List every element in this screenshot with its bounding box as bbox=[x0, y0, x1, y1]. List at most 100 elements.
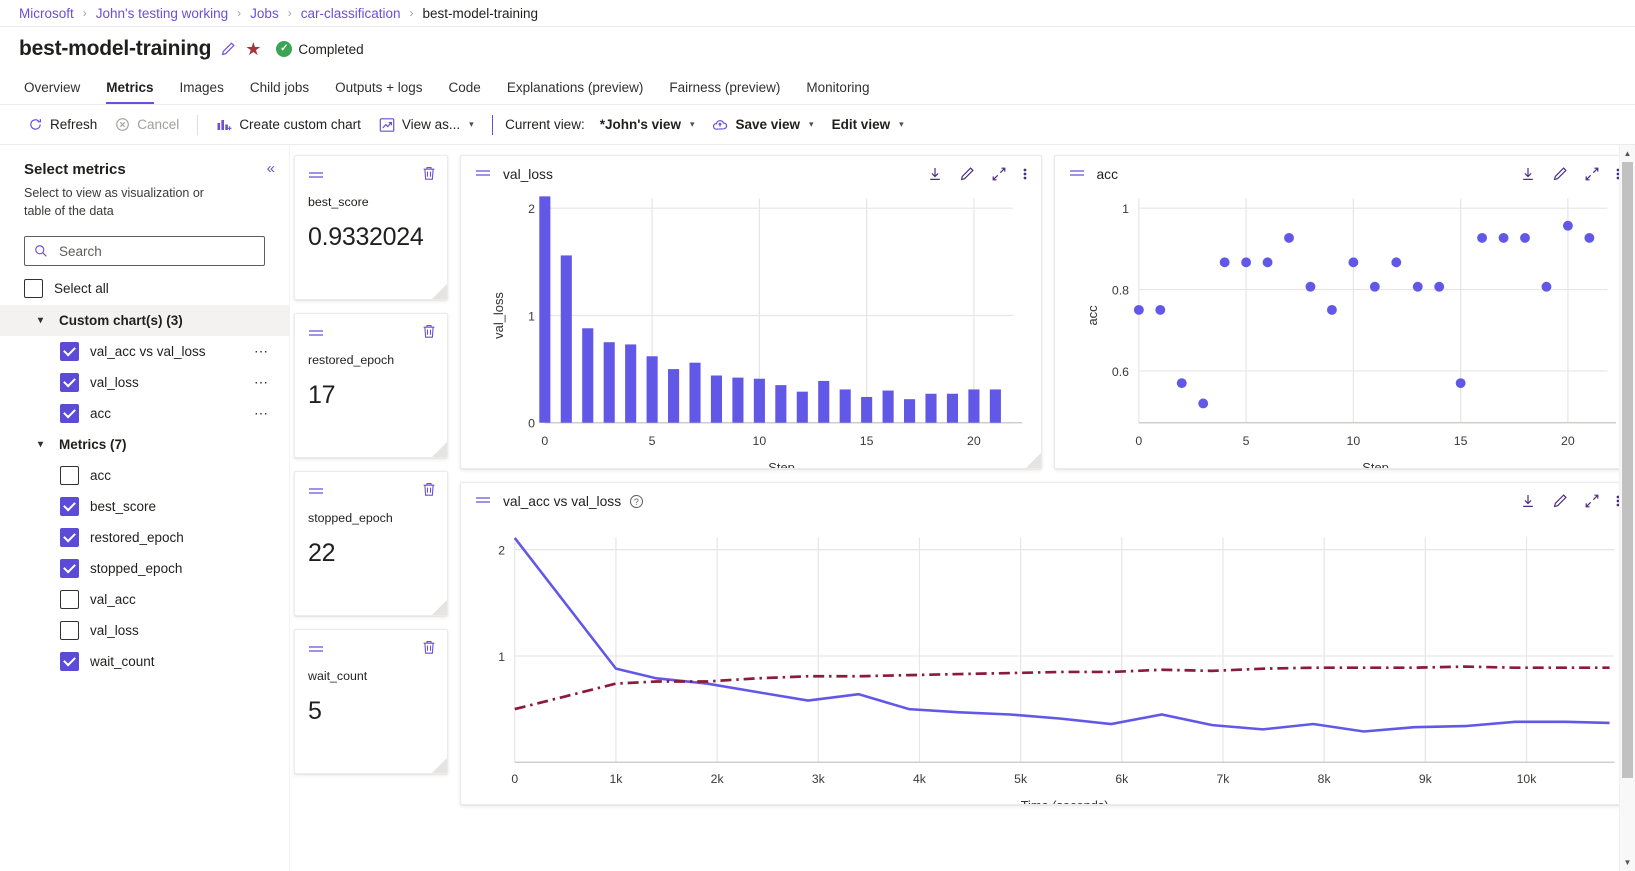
scrollbar-thumb[interactable] bbox=[1622, 162, 1633, 778]
metric-item-acc[interactable]: acc bbox=[0, 460, 289, 491]
metric-item-val-loss-custom[interactable]: val_loss ⋯ bbox=[0, 367, 289, 398]
gridlines bbox=[515, 537, 1615, 762]
line-series-val-loss bbox=[515, 538, 1610, 732]
select-all-row[interactable]: Select all bbox=[0, 266, 289, 305]
more-options-icon[interactable]: ⋯ bbox=[254, 374, 269, 391]
cancel-button[interactable]: Cancel bbox=[106, 112, 188, 137]
star-icon[interactable]: ★ bbox=[245, 40, 261, 58]
group-header-metrics[interactable]: ▾ Metrics (7) bbox=[0, 429, 289, 460]
drag-handle-icon[interactable] bbox=[308, 168, 422, 184]
trash-icon[interactable] bbox=[422, 640, 436, 660]
tab-metrics[interactable]: Metrics bbox=[93, 80, 166, 104]
pencil-icon[interactable] bbox=[1552, 166, 1568, 182]
drag-handle-icon[interactable] bbox=[308, 326, 422, 342]
metric-checkbox[interactable] bbox=[60, 373, 79, 392]
tab-child-jobs[interactable]: Child jobs bbox=[237, 80, 322, 104]
chevron-down-icon: ▾ bbox=[38, 315, 49, 326]
metric-checkbox[interactable] bbox=[60, 652, 79, 671]
tab-outputs-logs[interactable]: Outputs + logs bbox=[322, 80, 435, 104]
pencil-icon[interactable] bbox=[959, 166, 975, 182]
metric-checkbox[interactable] bbox=[60, 497, 79, 516]
metric-item-wait-count[interactable]: wait_count bbox=[0, 646, 289, 677]
expand-icon[interactable] bbox=[1584, 493, 1600, 509]
pencil-icon[interactable] bbox=[1552, 493, 1568, 509]
drag-handle-icon[interactable] bbox=[1069, 166, 1087, 182]
view-as-button[interactable]: View as... ▾ bbox=[370, 112, 483, 138]
metric-checkbox[interactable] bbox=[60, 559, 79, 578]
trash-icon[interactable] bbox=[422, 482, 436, 502]
scroll-up-arrow-icon[interactable]: ▲ bbox=[1624, 145, 1632, 162]
breadcrumb-item-jobs[interactable]: Jobs bbox=[250, 6, 279, 21]
drag-handle-icon[interactable] bbox=[475, 166, 493, 182]
current-view-dropdown[interactable]: *John's view ▾ bbox=[591, 112, 704, 137]
download-icon[interactable] bbox=[1520, 493, 1536, 509]
cancel-icon bbox=[115, 117, 130, 132]
card-header: val_acc vs val_loss ? bbox=[461, 483, 1634, 513]
scroll-down-arrow-icon[interactable]: ▼ bbox=[1624, 854, 1632, 871]
more-options-icon[interactable] bbox=[1023, 166, 1027, 182]
group-header-custom-charts[interactable]: ▾ Custom chart(s) (3) bbox=[0, 305, 289, 336]
pencil-icon[interactable] bbox=[220, 41, 236, 57]
vertical-scrollbar[interactable]: ▲ ▼ bbox=[1619, 145, 1635, 871]
drag-handle-icon[interactable] bbox=[308, 642, 422, 658]
metric-label: acc bbox=[90, 468, 269, 483]
tab-monitoring[interactable]: Monitoring bbox=[793, 80, 882, 104]
breadcrumb-separator: › bbox=[288, 6, 292, 20]
metric-checkbox[interactable] bbox=[60, 621, 79, 640]
metric-item-restored-epoch[interactable]: restored_epoch bbox=[0, 522, 289, 553]
metric-label: acc bbox=[90, 406, 243, 421]
tab-fairness[interactable]: Fairness (preview) bbox=[656, 80, 793, 104]
metric-item-stopped-epoch[interactable]: stopped_epoch bbox=[0, 553, 289, 584]
breadcrumb-separator: › bbox=[83, 6, 87, 20]
metric-checkbox[interactable] bbox=[60, 404, 79, 423]
tab-overview[interactable]: Overview bbox=[19, 80, 93, 104]
drag-handle-icon[interactable] bbox=[475, 493, 493, 509]
download-icon[interactable] bbox=[1520, 166, 1536, 182]
more-options-icon[interactable]: ⋯ bbox=[254, 343, 269, 360]
double-chevron-left-icon[interactable]: « bbox=[267, 161, 273, 176]
metric-item-best-score[interactable]: best_score bbox=[0, 491, 289, 522]
metric-checkbox[interactable] bbox=[60, 590, 79, 609]
download-icon[interactable] bbox=[927, 166, 943, 182]
metric-checkbox[interactable] bbox=[60, 528, 79, 547]
tab-code[interactable]: Code bbox=[436, 80, 494, 104]
metric-item-val-acc[interactable]: val_acc bbox=[0, 584, 289, 615]
drag-handle-icon[interactable] bbox=[308, 484, 422, 500]
help-circle-icon[interactable]: ? bbox=[630, 495, 643, 508]
select-all-checkbox[interactable] bbox=[24, 279, 43, 298]
create-custom-chart-button[interactable]: Create custom chart bbox=[207, 112, 370, 138]
card-header bbox=[295, 156, 447, 186]
refresh-button[interactable]: Refresh bbox=[19, 112, 106, 137]
expand-icon[interactable] bbox=[991, 166, 1007, 182]
metric-item-val-loss[interactable]: val_loss bbox=[0, 615, 289, 646]
breadcrumb-item-microsoft[interactable]: Microsoft bbox=[19, 6, 74, 21]
card-actions bbox=[927, 166, 1029, 182]
val-loss-bar-chart[interactable]: 2 1 0 0 5 10 15 20 bbox=[461, 186, 1041, 469]
edit-view-button[interactable]: Edit view ▾ bbox=[823, 112, 913, 137]
breadcrumb-item-workspace[interactable]: John's testing working bbox=[96, 6, 228, 21]
panel-subtitle: Select to view as visualization or table… bbox=[0, 178, 252, 220]
tab-images[interactable]: Images bbox=[167, 80, 237, 104]
search-input[interactable] bbox=[57, 243, 255, 260]
search-box[interactable] bbox=[24, 236, 265, 266]
save-cloud-icon bbox=[712, 117, 728, 133]
metric-label: wait_count bbox=[90, 654, 269, 669]
metric-item-val-acc-vs-val-loss[interactable]: val_acc vs val_loss ⋯ bbox=[0, 336, 289, 367]
breadcrumb: Microsoft › John's testing working › Job… bbox=[0, 0, 1635, 27]
val-acc-vs-val-loss-line-chart[interactable]: 2 1 0 1k 2k 3k 4k 5k 6k 7k bbox=[461, 513, 1634, 805]
acc-scatter-chart[interactable]: 1 0.8 0.6 0 5 10 15 20 bbox=[1055, 186, 1635, 469]
metric-item-acc-custom[interactable]: acc ⋯ bbox=[0, 398, 289, 429]
chart-plot-area[interactable]: 2 1 0 0 5 10 15 20 bbox=[461, 186, 1041, 469]
trash-icon[interactable] bbox=[422, 324, 436, 344]
chart-plot-area[interactable]: 1 0.8 0.6 0 5 10 15 20 bbox=[1055, 186, 1635, 469]
tab-explanations[interactable]: Explanations (preview) bbox=[494, 80, 657, 104]
save-view-button[interactable]: Save view ▾ bbox=[703, 112, 822, 138]
breadcrumb-item-experiment[interactable]: car-classification bbox=[301, 6, 401, 21]
trash-icon[interactable] bbox=[422, 166, 436, 186]
metric-checkbox[interactable] bbox=[60, 342, 79, 361]
expand-icon[interactable] bbox=[1584, 166, 1600, 182]
chart-plot-area[interactable]: 2 1 0 1k 2k 3k 4k 5k 6k 7k bbox=[461, 513, 1634, 805]
card-header bbox=[295, 314, 447, 344]
more-options-icon[interactable]: ⋯ bbox=[254, 405, 269, 422]
metric-checkbox[interactable] bbox=[60, 466, 79, 485]
